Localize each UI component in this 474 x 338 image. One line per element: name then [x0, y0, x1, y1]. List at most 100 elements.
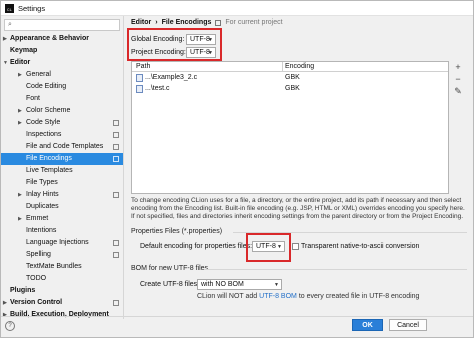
sidebar-item-label: General	[26, 71, 51, 78]
c-file-icon	[136, 73, 143, 82]
sidebar-item-plugins[interactable]: Plugins	[1, 285, 123, 297]
sidebar-item-duplicates[interactable]: Duplicates	[1, 201, 123, 213]
table-row[interactable]: ...\test.c GBK	[132, 83, 448, 94]
project-scope-icon	[113, 300, 119, 306]
project-encoding-select[interactable]: UTF-8 ▼	[186, 47, 216, 58]
sidebar-item-live-templates[interactable]: Live Templates	[1, 165, 123, 177]
settings-window: CL Settings ⌕ ▶ Appearance & Behavior Ke…	[0, 0, 474, 338]
sidebar-item-label: Language Injections	[26, 239, 89, 246]
cancel-button[interactable]: Cancel	[389, 319, 427, 331]
sidebar-item-color-scheme[interactable]: ▶ Color Scheme	[1, 105, 123, 117]
project-scope-icon	[215, 19, 222, 26]
chevron-right-icon: ▶	[18, 216, 22, 222]
sidebar-item-label: Inlay Hints	[26, 191, 59, 198]
properties-encoding-value: UTF-8	[256, 243, 276, 250]
section-divider	[204, 269, 467, 270]
project-encoding-label: Project Encoding:	[131, 49, 186, 56]
sidebar-item-build-execution[interactable]: ▶ Build, Execution, Deployment	[1, 309, 123, 319]
sidebar-item-language-injections[interactable]: Language Injections	[1, 237, 123, 249]
settings-search-input[interactable]: ⌕	[4, 19, 120, 31]
sidebar-item-code-editing[interactable]: Code Editing	[1, 81, 123, 93]
project-encoding-value: UTF-8	[190, 49, 210, 56]
transparent-conversion-checkbox[interactable]	[292, 243, 299, 250]
properties-section-title: Properties Files (*.properties)	[131, 228, 223, 235]
search-icon: ⌕	[8, 21, 12, 28]
global-encoding-value: UTF-8	[190, 36, 210, 43]
help-icon[interactable]: ?	[5, 321, 15, 331]
sidebar-item-emmet[interactable]: ▶ Emmet	[1, 213, 123, 225]
properties-default-label: Default encoding for properties files:	[140, 243, 253, 250]
sidebar-item-inlay-hints[interactable]: ▶ Inlay Hints	[1, 189, 123, 201]
sidebar-item-label: Color Scheme	[26, 107, 71, 114]
path-cell: ...\test.c	[136, 84, 170, 93]
sidebar-item-font[interactable]: Font	[1, 93, 123, 105]
encoding-description: To change encoding CLion uses for a file…	[131, 197, 465, 220]
chevron-down-icon: ▼	[274, 281, 279, 288]
bom-note-suffix: to every created file in UTF-8 encoding	[298, 293, 420, 300]
window-title: Settings	[18, 3, 46, 13]
sidebar-item-label: Version Control	[10, 299, 63, 306]
properties-encoding-select[interactable]: UTF-8 ▼	[252, 241, 285, 252]
bom-note: CLion will NOT add UTF-8 BOM to every cr…	[197, 293, 419, 300]
sidebar-item-label: File Encodings	[26, 155, 72, 162]
add-icon[interactable]: +	[452, 61, 464, 73]
sidebar-item-textmate-bundles[interactable]: TextMate Bundles	[1, 261, 123, 273]
chevron-right-icon: ▶	[18, 72, 22, 78]
project-scope-icon	[113, 192, 119, 198]
ok-button[interactable]: OK	[352, 319, 383, 331]
chevron-down-icon: ▼	[208, 49, 213, 56]
sidebar-item-keymap[interactable]: Keymap	[1, 45, 123, 57]
sidebar-item-label: Plugins	[10, 287, 36, 294]
sidebar-item-label: Intentions	[26, 227, 57, 234]
chevron-right-icon: ▶	[3, 312, 7, 318]
utf8-bom-link[interactable]: UTF-8 BOM	[259, 293, 297, 300]
sidebar-item-label: Font	[26, 95, 41, 102]
sidebar-item-intentions[interactable]: Intentions	[1, 225, 123, 237]
bom-note-prefix: CLion will NOT add	[197, 293, 258, 300]
column-header-path[interactable]: Path	[136, 63, 150, 70]
bom-select[interactable]: with NO BOM ▼	[197, 279, 282, 290]
sidebar-item-label: Code Editing	[26, 83, 67, 90]
sidebar-item-todo[interactable]: TODO	[1, 273, 123, 285]
create-utf8-label: Create UTF-8 files:	[140, 281, 200, 288]
sidebar-item-label: Inspections	[26, 131, 62, 138]
sidebar-item-label: Appearance & Behavior	[10, 35, 89, 42]
chevron-down-icon: ▼	[3, 60, 8, 66]
sidebar-item-label: TextMate Bundles	[26, 263, 82, 270]
sidebar-item-general[interactable]: ▶ General	[1, 69, 123, 81]
project-scope-icon	[113, 120, 119, 126]
chevron-down-icon: ▼	[277, 243, 282, 250]
breadcrumb-scope: For current project	[225, 19, 283, 26]
file-encodings-table: Path Encoding ...\Example3_2.c GBK ...\t…	[131, 61, 449, 194]
remove-icon[interactable]: −	[452, 73, 464, 85]
sidebar-item-label: Keymap	[10, 47, 38, 54]
table-row[interactable]: ...\Example3_2.c GBK	[132, 72, 448, 83]
sidebar-item-editor[interactable]: ▼ Editor	[1, 57, 123, 69]
edit-icon[interactable]: ✎	[452, 85, 464, 97]
global-encoding-select[interactable]: UTF-8 ▼	[186, 34, 216, 45]
sidebar-item-label: TODO	[26, 275, 47, 282]
encoding-cell[interactable]: GBK	[285, 74, 300, 81]
sidebar-item-spelling[interactable]: Spelling	[1, 249, 123, 261]
bom-section-title: BOM for new UTF-8 files	[131, 265, 209, 272]
sidebar-item-label: File and Code Templates	[26, 143, 104, 150]
sidebar-item-code-style[interactable]: ▶ Code Style	[1, 117, 123, 129]
project-scope-icon	[113, 144, 119, 150]
sidebar-item-file-encodings[interactable]: File Encodings	[1, 153, 123, 165]
chevron-right-icon: ▶	[18, 120, 22, 126]
path-text: ...\test.c	[145, 85, 170, 92]
sidebar-item-appearance[interactable]: ▶ Appearance & Behavior	[1, 33, 123, 45]
sidebar-item-file-code-templates[interactable]: File and Code Templates	[1, 141, 123, 153]
sidebar-item-label: Editor	[10, 59, 31, 66]
sidebar-divider	[123, 16, 124, 319]
project-scope-icon	[113, 252, 119, 258]
sidebar-item-inspections[interactable]: Inspections	[1, 129, 123, 141]
column-header-encoding[interactable]: Encoding	[285, 63, 314, 70]
sidebar-item-label: Code Style	[26, 119, 61, 126]
encoding-cell[interactable]: GBK	[285, 85, 300, 92]
sidebar-item-version-control[interactable]: ▶ Version Control	[1, 297, 123, 309]
clion-logo-icon: CL	[5, 3, 14, 13]
sidebar-item-file-types[interactable]: File Types	[1, 177, 123, 189]
sidebar-item-label: Emmet	[26, 215, 49, 222]
chevron-right-icon: ▶	[3, 300, 7, 306]
